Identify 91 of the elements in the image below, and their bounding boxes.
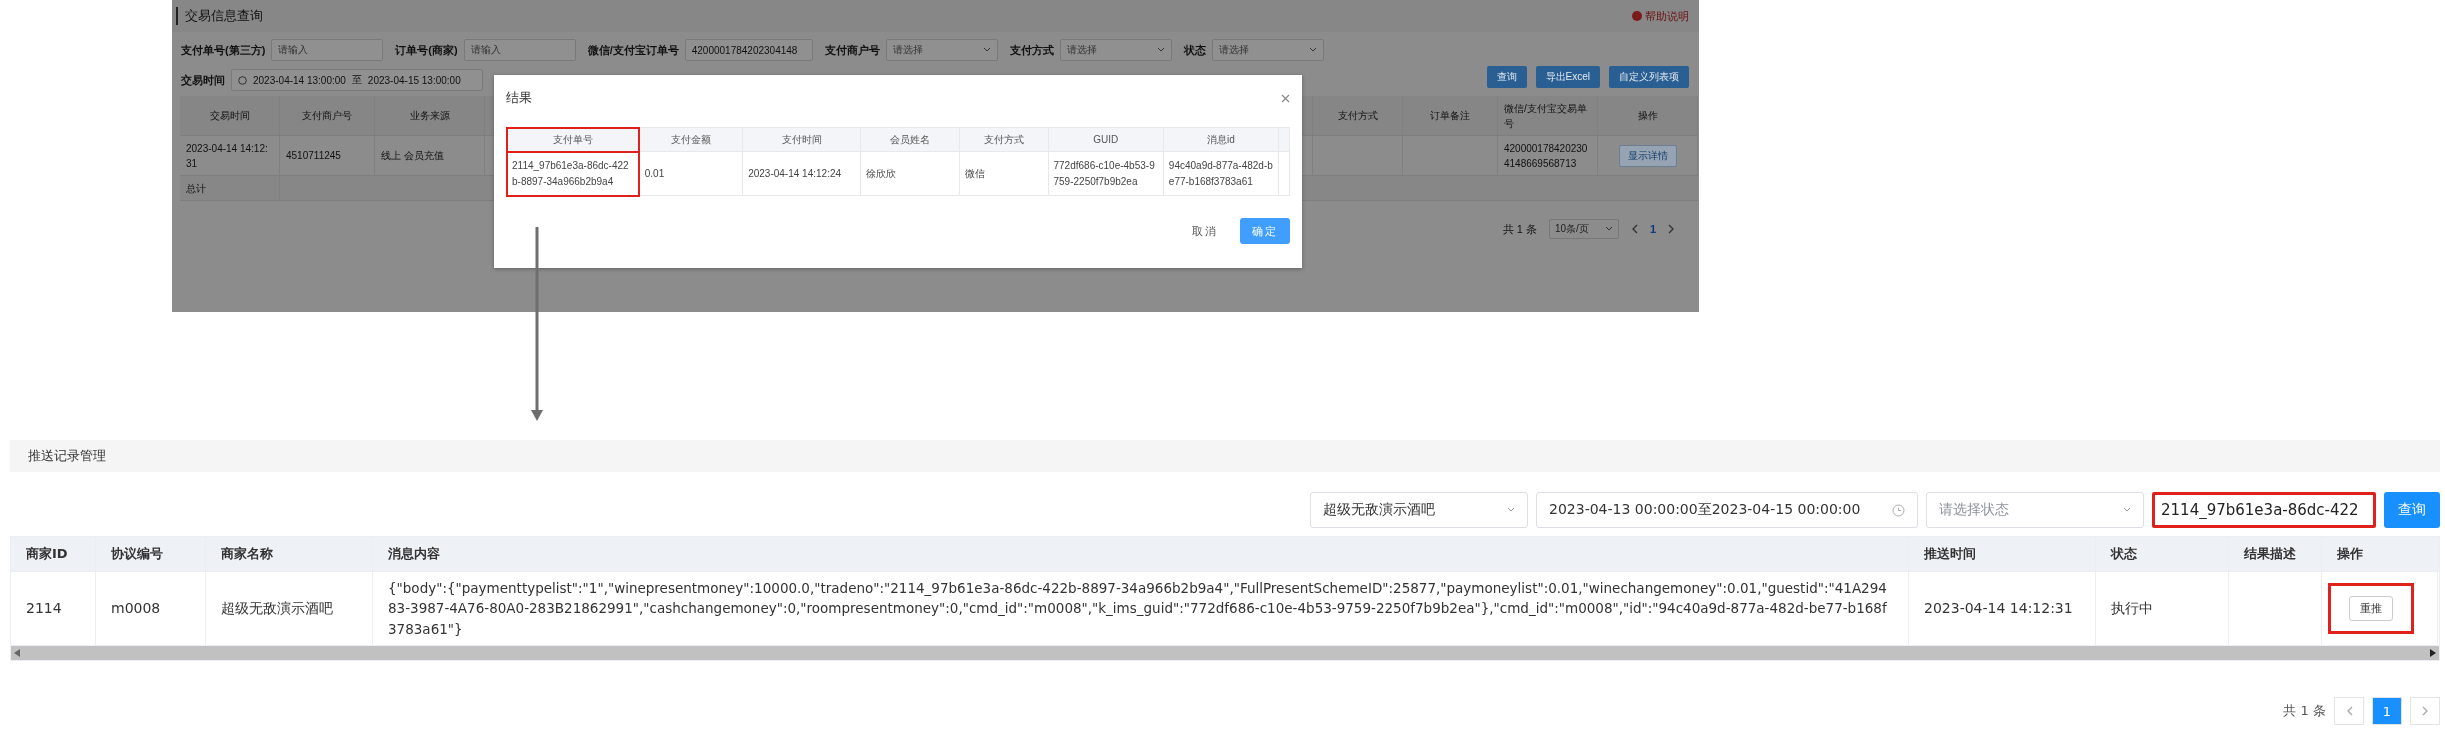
table-cell: 徐欣欣 (860, 151, 960, 196)
status-select[interactable]: 请选择状态 (1926, 492, 2144, 528)
caret-icon (1308, 47, 1317, 53)
filter-label: 状态 (1183, 42, 1206, 58)
toolbar-button[interactable]: 查询 (1486, 66, 1527, 88)
column-header: 推送时间 (1909, 537, 2096, 571)
total-label: 总计 (180, 176, 280, 200)
caret-icon (1507, 507, 1515, 513)
section-title: 推送记录管理 (10, 440, 2440, 472)
select-field[interactable]: 请选择 (1211, 39, 1324, 61)
repush-button[interactable]: 重推 (2349, 596, 2393, 621)
date-range-field[interactable]: 2023-04-13 00:00:00至2023-04-15 00:00:00 (1536, 492, 1918, 528)
table-cell: 微信 (959, 151, 1048, 196)
column-header: 交易时间 (180, 96, 280, 135)
filter-label: 支付方式 (1009, 42, 1054, 58)
table-cell: 94c40a9d-877a-482d-be77-b168f3783a61 (1163, 151, 1279, 196)
select-field[interactable]: 请选择 (1059, 39, 1172, 61)
select-field[interactable]: 请选择 (885, 39, 998, 61)
column-header: 支付单号 (506, 127, 640, 152)
filter-label: 交易时间 (181, 72, 225, 88)
toolbar-button[interactable]: 导出Excel (1535, 66, 1600, 88)
filter-label: 订单号(商家) (395, 42, 458, 58)
page-size-select[interactable]: 10条/页 (1548, 219, 1619, 239)
table-cell: 2114_97b61e3a-86dc-422b-8897-34a966b2b9a4 (506, 151, 640, 196)
table-cell: 2023-04-14 14:12:31 (180, 136, 280, 175)
column-header: 操作 (1598, 96, 1698, 135)
column-header: 商家名称 (206, 537, 373, 571)
page-title: 交易信息查询 (176, 7, 263, 25)
column-header: 会员姓名 (860, 127, 960, 152)
table-cell: 2023-04-14 14:12:24 (742, 151, 861, 196)
input-field[interactable]: 请输入 (271, 39, 384, 61)
column-header: 操作 (2322, 537, 2438, 571)
caret-icon (1156, 47, 1165, 53)
date-range-field[interactable]: 2023-04-14 13:00:00 至 2023-04-15 13:00:00 (231, 69, 483, 91)
table-cell: 2114 (11, 572, 96, 645)
help-icon (1632, 11, 1642, 21)
dialog-title: 结果 (506, 89, 532, 107)
table-cell: 0.01 (639, 151, 743, 196)
chevron-left-icon[interactable] (2345, 706, 2353, 716)
caret-icon (982, 47, 991, 53)
filter-label: 支付商户号 (824, 42, 880, 58)
close-icon[interactable] (1281, 93, 1290, 103)
scroll-right-icon[interactable] (2429, 649, 2436, 657)
column-header: 消息内容 (373, 537, 1909, 571)
merchant-select[interactable]: 超级无敌演示酒吧 (1310, 492, 1528, 528)
page-number[interactable]: 1 (1649, 223, 1656, 235)
toolbar-button[interactable]: 自定义列表项 (1609, 66, 1689, 88)
confirm-button[interactable]: 确定 (1240, 218, 1290, 244)
column-header: GUID (1048, 127, 1164, 152)
table-cell: 超级无敌演示酒吧 (206, 572, 373, 645)
input-field[interactable]: 4200001784202304148 (684, 39, 813, 61)
column-header: 支付时间 (742, 127, 861, 152)
column-header: 协议编号 (96, 537, 206, 571)
filter-label: 微信/支付宝订单号 (587, 42, 679, 58)
column-header: 订单备注 (1403, 96, 1498, 135)
details-button[interactable]: 显示详情 (1618, 144, 1677, 167)
search-button[interactable]: 查询 (2384, 492, 2440, 528)
prev-page-icon[interactable] (1630, 224, 1638, 234)
next-page-icon[interactable] (1668, 224, 1675, 234)
table-cell: 2023-04-14 14:12:31 (1909, 572, 2096, 645)
table-cell: 线上 会员充值 (375, 136, 485, 175)
input-field[interactable]: 请输入 (463, 39, 576, 61)
caret-icon (1604, 226, 1613, 232)
table-cell: {"body":{"paymenttypelist":"1","winepresentmoney":10000.0,"tradeno":"2114_97b61e3a-86dc-422b-8897-34a966b2b9a4","FullPresentSchemeID":25877,"paymoneylist":0.01,"winechangemoney":0.01,"guestid":"41A29483-3987-4A76-80A0-283B21862991","cashchangemoney":0,"roompresentmoney":0,"cmd_id":"m0008","k_ims_guid":"772df686-c10e-4b53-9759-2250f7b9b2ea"},"cmd_id":"m0008","id":"94c40a9d-877a-482d-be77-b168f3783a61"} (373, 572, 1909, 645)
total-count: 共 1 条 (1502, 221, 1537, 237)
chevron-right-icon[interactable] (2421, 706, 2429, 716)
horizontal-scrollbar[interactable] (11, 646, 2439, 660)
filter-label: 支付单号(第三方) (181, 42, 266, 58)
column-header: 微信/支付宝交易单号 (1498, 96, 1598, 135)
column-header: 支付方式 (959, 127, 1048, 152)
help-link[interactable]: 帮助说明 (1632, 8, 1689, 24)
column-header: 商家ID (11, 537, 96, 571)
column-header: 状态 (2096, 537, 2229, 571)
clock-icon (238, 75, 247, 85)
table-cell: 4200001784202304148669568713 (1498, 136, 1598, 175)
scroll-left-icon[interactable] (14, 649, 21, 657)
column-header: 支付商户号 (280, 96, 375, 135)
table-cell: 772df686-c10e-4b53-9759-2250f7b9b2ea (1048, 151, 1164, 196)
column-header: 业务来源 (375, 96, 485, 135)
page-button[interactable]: 1 (2372, 697, 2402, 725)
column-header: 结果描述 (2229, 537, 2322, 571)
clock-icon (1892, 503, 1905, 517)
table-cell: m0008 (96, 572, 206, 645)
table-cell: 4510711245 (280, 136, 375, 175)
total-count: 共 1 条 (2283, 702, 2326, 720)
column-header: 支付金额 (639, 127, 743, 152)
caret-icon (2123, 507, 2131, 513)
search-field[interactable]: 2114_97b61e3a-86dc-422 (2152, 492, 2376, 528)
table-cell: 执行中 (2096, 572, 2229, 645)
column-header: 支付方式 (1313, 96, 1403, 135)
column-header: 消息id (1163, 127, 1279, 152)
